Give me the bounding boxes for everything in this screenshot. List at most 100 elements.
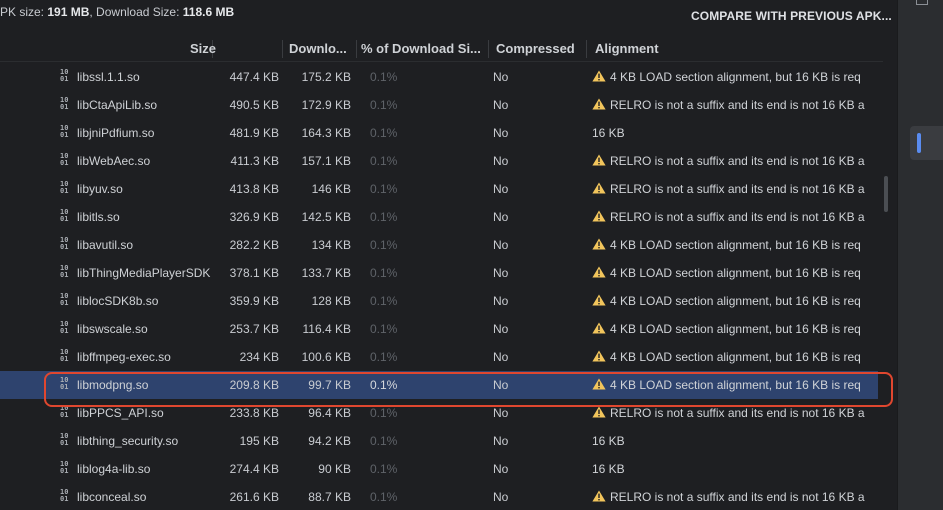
library-compressed: No (493, 154, 509, 168)
library-compressed: No (493, 266, 509, 280)
table-row[interactable]: 10 01 libswscale.so 253.7 KB 116.4 KB 0.1% No 4… (0, 315, 878, 343)
library-size: 234 KB (239, 350, 279, 364)
binary-file-icon: 10 01 (60, 124, 69, 139)
alignment-text: 4 KB LOAD section alignment, but 16 KB i… (610, 70, 861, 84)
table-row[interactable]: 10 01 libavutil.so 282.2 KB 134 KB 0.1% No 4 KB… (0, 231, 878, 259)
library-download-percent: 0.1% (370, 238, 398, 252)
alignment-text: RELRO is not a suffix and its end is not… (610, 210, 865, 224)
alignment-text: 4 KB LOAD section alignment, but 16 KB i… (610, 322, 861, 336)
library-download-size: 90 KB (318, 462, 351, 476)
alignment-text: 16 KB (592, 126, 625, 140)
column-separator[interactable] (282, 40, 283, 58)
alignment-text: 4 KB LOAD section alignment, but 16 KB i… (610, 294, 861, 308)
binary-file-icon: 10 01 (60, 432, 69, 447)
warning-triangle-icon (592, 70, 610, 84)
table-row[interactable]: 10 01 libconceal.so 261.6 KB 88.7 KB 0.1% No RE… (0, 483, 878, 510)
column-separator[interactable] (356, 40, 357, 58)
library-name: libffmpeg-exec.so (77, 350, 171, 364)
library-download-size: 116.4 KB (302, 322, 351, 336)
right-tool-strip (897, 0, 943, 510)
binary-file-icon: 10 01 (60, 348, 69, 363)
table-row[interactable]: 10 01 libthing_security.so 195 KB 94.2 KB 0.1… (0, 427, 878, 455)
library-compressed: No (493, 238, 509, 252)
column-header-size[interactable]: Size (190, 41, 216, 56)
library-alignment: RELRO is not a suffix and its end is not… (592, 98, 867, 112)
library-download-percent: 0.1% (370, 126, 398, 140)
library-download-percent: 0.1% (370, 154, 398, 168)
library-name: libPPCS_API.so (77, 406, 164, 420)
active-tool-indicator (917, 133, 921, 153)
library-size: 274.4 KB (229, 462, 279, 476)
apk-size-value: 191 MB (47, 5, 90, 19)
table-row[interactable]: 10 01 libyuv.so 413.8 KB 146 KB 0.1% No RELRO i… (0, 175, 878, 203)
alignment-text: 4 KB LOAD section alignment, but 16 KB i… (610, 266, 861, 280)
column-header-alignment[interactable]: Alignment (595, 41, 659, 56)
binary-file-icon: 10 01 (60, 236, 69, 251)
library-compressed: No (493, 294, 509, 308)
download-size-value: 118.6 MB (182, 5, 235, 19)
warning-triangle-icon (592, 154, 610, 168)
table-row[interactable]: 10 01 libThingMediaPlayerSDK 378.1 KB 133.7 … (0, 259, 878, 287)
column-header-download[interactable]: Downlo... (289, 41, 347, 56)
library-size: 413.8 KB (229, 182, 279, 196)
alignment-text: 16 KB (592, 434, 625, 448)
download-tool-icon[interactable] (916, 0, 928, 5)
library-name: libitls.so (77, 210, 120, 224)
warning-triangle-icon (592, 210, 610, 224)
binary-file-icon: 10 01 (60, 96, 69, 111)
library-name: libssl.1.1.so (77, 70, 140, 84)
table-scrollbar-thumb[interactable] (884, 176, 888, 212)
table-row[interactable]: 10 01 libWebAec.so 411.3 KB 157.1 KB 0.1% No RE… (0, 147, 878, 175)
warning-triangle-icon (592, 350, 610, 364)
warning-triangle-icon (592, 238, 610, 252)
column-header-compressed[interactable]: Compressed (496, 41, 575, 56)
library-download-size: 172.9 KB (301, 98, 351, 112)
binary-file-icon: 10 01 (60, 68, 69, 83)
library-download-size: 128 KB (311, 294, 351, 308)
table-row[interactable]: 10 01 libCtaApiLib.so 490.5 KB 172.9 KB 0.1% N… (0, 91, 878, 119)
column-separator[interactable] (488, 40, 489, 58)
library-download-percent: 0.1% (370, 490, 398, 504)
library-alignment: RELRO is not a suffix and its end is not… (592, 406, 867, 420)
column-header-percent[interactable]: % of Download Si... (361, 41, 481, 56)
table-row[interactable]: 10 01 libitls.so 326.9 KB 142.5 KB 0.1% No RELR… (0, 203, 878, 231)
binary-file-icon: 10 01 (60, 488, 69, 503)
table-row[interactable]: 10 01 libjniPdfium.so 481.9 KB 164.3 KB 0.1% N… (0, 119, 878, 147)
library-compressed: No (493, 406, 509, 420)
library-size: 447.4 KB (229, 70, 279, 84)
binary-file-icon: 10 01 (60, 292, 69, 307)
warning-triangle-icon (592, 322, 610, 336)
library-download-size: 100.6 KB (301, 350, 351, 364)
library-compressed: No (493, 182, 509, 196)
binary-file-icon: 10 01 (60, 152, 69, 167)
compare-with-previous-apk-button[interactable]: COMPARE WITH PREVIOUS APK... (691, 9, 892, 23)
alignment-text: 4 KB LOAD section alignment, but 16 KB i… (610, 238, 861, 252)
tool-window-button[interactable] (910, 126, 943, 160)
library-name: libyuv.so (77, 182, 123, 196)
library-download-percent: 0.1% (370, 70, 398, 84)
library-compressed: No (493, 126, 509, 140)
alignment-text: RELRO is not a suffix and its end is not… (610, 490, 865, 504)
library-download-percent: 0.1% (370, 182, 398, 196)
library-alignment: 4 KB LOAD section alignment, but 16 KB i… (592, 322, 867, 336)
library-download-percent: 0.1% (370, 294, 398, 308)
table-row[interactable]: 10 01 libssl.1.1.so 447.4 KB 175.2 KB 0.1% No 4… (0, 63, 878, 91)
library-alignment: 16 KB (592, 462, 867, 476)
library-download-size: 142.5 KB (301, 210, 351, 224)
apk-summary-bar: PK size: 191 MB, Download Size: 118.6 MB… (0, 0, 895, 34)
library-download-size: 157.1 KB (301, 154, 351, 168)
library-download-percent: 0.1% (370, 98, 398, 112)
binary-file-icon: 10 01 (60, 320, 69, 335)
library-alignment: 4 KB LOAD section alignment, but 16 KB i… (592, 266, 867, 280)
warning-triangle-icon (592, 98, 610, 112)
library-alignment: RELRO is not a suffix and its end is not… (592, 182, 867, 196)
apk-size-info: PK size: 191 MB, Download Size: 118.6 MB (0, 5, 234, 19)
apk-size-label: PK size: (0, 5, 48, 19)
table-row[interactable]: 10 01 liblog4a-lib.so 274.4 KB 90 KB 0.1% No 16… (0, 455, 878, 483)
warning-triangle-icon (592, 182, 610, 196)
alignment-text: RELRO is not a suffix and its end is not… (610, 406, 865, 420)
table-row[interactable]: 10 01 liblocSDK8b.so 359.9 KB 128 KB 0.1% No 4 … (0, 287, 878, 315)
library-alignment: 4 KB LOAD section alignment, but 16 KB i… (592, 350, 867, 364)
table-row[interactable]: 10 01 libffmpeg-exec.so 234 KB 100.6 KB 0.1% N… (0, 343, 878, 371)
column-separator[interactable] (586, 40, 587, 58)
